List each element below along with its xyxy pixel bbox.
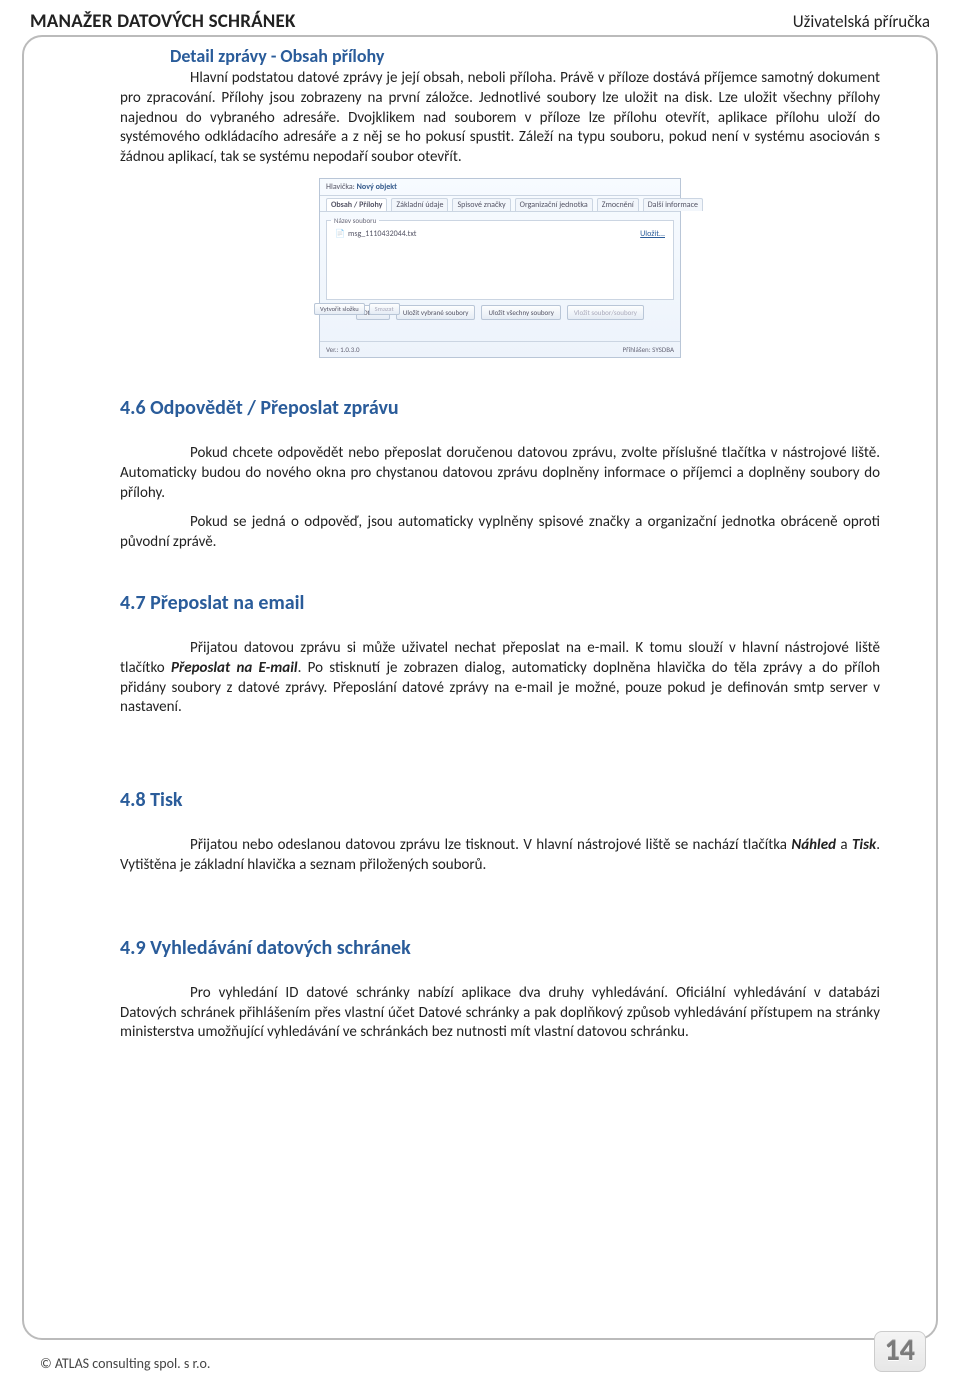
- shot-title-label: Hlavička:: [326, 182, 355, 192]
- tab-org[interactable]: Organizační jednotka: [515, 198, 593, 211]
- btn-save-selected[interactable]: Uložit vybrané soubory: [396, 305, 476, 320]
- para-48-pre: Přijatou nebo odeslanou datovou zprávu l…: [190, 836, 791, 854]
- tab-obsah[interactable]: Obsah / Přílohy: [326, 198, 387, 211]
- page-number: 14: [874, 1331, 926, 1372]
- tab-dalsi[interactable]: Další informace: [643, 198, 703, 211]
- heading-48: 4.8 Tisk: [120, 788, 880, 812]
- heading-47: 4.7 Přeposlat na email: [120, 591, 880, 615]
- fieldset-files: Název souboru msg_1110432044.txt Uložit.…: [326, 216, 674, 300]
- para-46-2: Pokud se jedná o odpověď, jsou automatic…: [120, 513, 880, 553]
- footer-copyright: © ATLAS consulting spol. s r.o.: [40, 1355, 210, 1372]
- shot-title-value: Nový objekt: [357, 182, 397, 192]
- doc-subtitle: Uživatelská příručka: [793, 11, 930, 32]
- shot-version: Ver.: 1.0.3.0: [326, 345, 360, 354]
- doc-title: MANAŽER DATOVÝCH SCHRÁNEK: [30, 10, 296, 33]
- file-name: msg_1110432044.txt: [335, 229, 416, 239]
- file-save-link[interactable]: Uložit...: [640, 229, 665, 239]
- tab-spisove[interactable]: Spisové značky: [452, 198, 510, 211]
- para-48: Přijatou nebo odeslanou datovou zprávu l…: [120, 836, 880, 876]
- btn-save-all[interactable]: Uložit všechny soubory: [481, 305, 560, 320]
- heading-detail: Detail zprávy - Obsah přílohy: [170, 45, 880, 67]
- tab-zmocneni[interactable]: Zmocnění: [597, 198, 639, 211]
- para-48-b1: Náhled: [791, 836, 836, 854]
- embedded-screenshot: Hlavička: Nový objekt Obsah / Přílohy Zá…: [319, 178, 681, 358]
- para-49: Pro vyhledání ID datové schránky nabízí …: [120, 984, 880, 1043]
- para-47: Přijatou datovou zprávu si může uživatel…: [120, 639, 880, 718]
- para-46-1: Pokud chcete odpovědět nebo přeposlat do…: [120, 444, 880, 503]
- file-row[interactable]: msg_1110432044.txt Uložit...: [331, 227, 669, 241]
- para-47-bold: Přeposlat na E-mail: [171, 659, 298, 677]
- shot-user: Přihlášen: SYSDBA: [623, 345, 674, 354]
- legend-files: Název souboru: [331, 216, 379, 225]
- tab-zakladni[interactable]: Základní údaje: [391, 198, 448, 211]
- para-48-b2: Tisk: [852, 836, 876, 854]
- para-detail: Hlavní podstatou datové zprávy je její o…: [120, 69, 880, 168]
- btn-add-file: Vložit soubor/soubory: [567, 305, 644, 320]
- heading-46: 4.6 Odpovědět / Přeposlat zprávu: [120, 396, 880, 420]
- btn-create-folder[interactable]: Vytvořit složku: [314, 303, 365, 315]
- para-48-mid: a: [836, 836, 852, 854]
- heading-49: 4.9 Vyhledávání datových schránek: [120, 936, 880, 960]
- btn-delete: Smazat: [369, 303, 400, 315]
